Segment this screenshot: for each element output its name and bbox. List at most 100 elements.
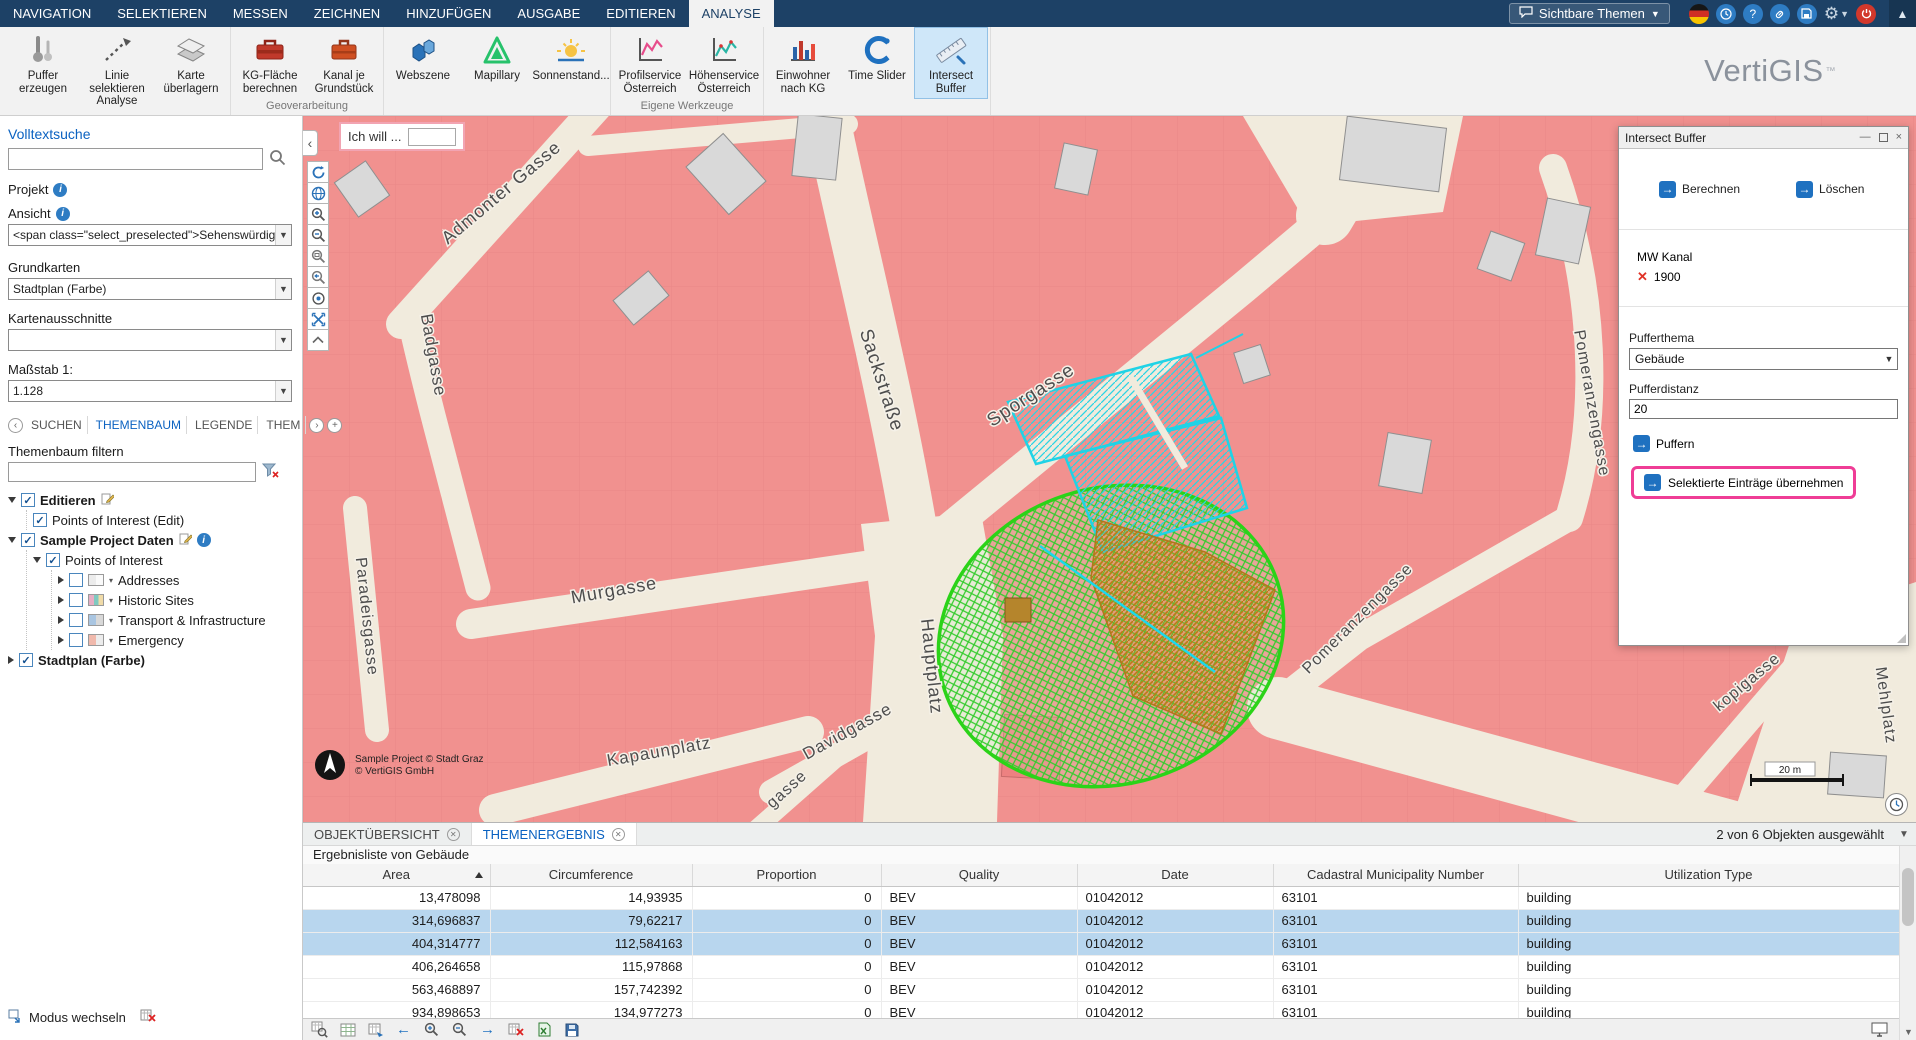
col-quality[interactable]: Quality [881,864,1077,886]
history-clock-icon[interactable] [1716,4,1736,24]
checkbox-checked[interactable]: ✓ [19,653,33,667]
full-extent-icon[interactable] [307,308,329,330]
tab-add-icon[interactable]: + [327,418,342,433]
tab-objektuebersicht[interactable]: OBJEKTÜBERSICHT ✕ [303,823,472,845]
tool-time-slider[interactable]: Time Slider [840,27,914,99]
previous-extent-icon[interactable] [307,266,329,288]
remove-source-icon[interactable]: ✕ [1637,269,1648,285]
i-want-to-input[interactable] [408,128,456,146]
tab-them-truncated[interactable]: THEM [261,416,306,434]
chevron-down-icon[interactable]: ▾ [109,636,113,645]
tree-item-editieren[interactable]: ✓ Editieren [8,490,294,510]
tree-item-poi-edit[interactable]: ✓ Points of Interest (Edit) [33,510,294,530]
expand-icon[interactable] [58,616,64,624]
locate-icon[interactable] [307,287,329,309]
collapse-panel-icon[interactable]: ▼ [1898,829,1916,840]
calculate-button[interactable]: → Berechnen [1659,181,1740,198]
search-input[interactable] [8,148,263,170]
tool-profilservice[interactable]: Profilservice Österreich [613,27,687,99]
tree-item-sample-project[interactable]: ✓ Sample Project Daten i [8,530,294,550]
zoom-out-table-icon[interactable] [450,1020,469,1039]
tree-item-points-of-interest[interactable]: ✓ Points of Interest [33,550,294,570]
filter-clear-icon[interactable] [262,463,280,482]
tool-kg-flaeche-berechnen[interactable]: KG-Fläche berechnen [233,27,307,99]
view-info-icon[interactable]: i [56,207,70,221]
minimize-icon[interactable]: — [1860,132,1871,143]
tool-linie-selektieren[interactable]: Linie selektieren Analyse [80,27,154,109]
tool-karte-ueberlagern[interactable]: Karte überlagern [154,27,228,109]
tool-intersect-buffer[interactable]: Intersect Buffer [914,27,988,99]
expand-icon[interactable] [58,636,64,644]
checkbox-unchecked[interactable] [69,613,83,627]
settings-gear-icon[interactable]: ⚙▼ [1824,4,1849,24]
power-icon[interactable] [1856,4,1876,24]
collapse-icon[interactable] [8,497,16,503]
maximize-icon[interactable] [1879,133,1888,142]
table-row[interactable]: 13,47809814,939350BEV0104201263101buildi… [303,886,1899,909]
tree-item-stadtplan[interactable]: ✓ Stadtplan (Farbe) [8,650,294,670]
clear-selection-icon[interactable] [506,1020,525,1039]
visible-themes-button[interactable]: Sichtbare Themen ▼ [1509,3,1670,24]
zoom-window-icon[interactable] [307,245,329,267]
menu-ausgabe[interactable]: AUSGABE [504,0,593,27]
save-table-icon[interactable] [562,1020,581,1039]
menu-analyse[interactable]: ANALYSE [689,0,774,27]
zoom-in-icon[interactable] [307,203,329,225]
buffer-theme-select[interactable]: Gebäude ▼ [1629,348,1898,370]
close-tab-icon[interactable]: ✕ [447,828,460,841]
scale-select[interactable]: 1.128 ▼ [8,380,292,402]
menu-selektieren[interactable]: SELEKTIEREN [104,0,220,27]
close-table-icon[interactable] [140,1009,156,1026]
table-row-selected[interactable]: 404,314777112,5841630BEV0104201263101bui… [303,932,1899,955]
checkbox-checked[interactable]: ✓ [33,513,47,527]
apply-selected-button[interactable]: → Selektierte Einträge übernehmen [1631,466,1856,499]
tool-hoehenservice[interactable]: Höhenservice Österreich [687,27,761,99]
buffer-distance-input[interactable] [1629,399,1898,419]
i-want-to-widget[interactable]: Ich will ... [339,122,465,151]
show-table-icon[interactable] [338,1020,357,1039]
expand-icon[interactable] [58,576,64,584]
resize-handle[interactable] [1897,634,1906,643]
scrollbar-thumb[interactable] [1902,868,1914,926]
collapse-sidebar-icon[interactable]: ‹ [303,130,318,156]
export-excel-icon[interactable] [534,1020,553,1039]
checkbox-checked[interactable]: ✓ [46,553,60,567]
project-info-icon[interactable]: i [53,183,67,197]
display-monitor-icon[interactable] [1870,1020,1889,1039]
menu-zeichnen[interactable]: ZEICHNEN [301,0,393,27]
table-row-selected[interactable]: 314,69683779,622170BEV0104201263101build… [303,909,1899,932]
tool-sonnenstand[interactable]: Sonnenstand... [534,27,608,99]
tab-themenergebnis[interactable]: THEMENERGEBNIS ✕ [472,823,637,845]
tree-item-emergency[interactable]: ▾ Emergency [58,630,294,650]
vertical-scrollbar[interactable]: ▼ [1899,846,1916,1040]
tool-puffer-erzeugen[interactable]: Puffer erzeugen [6,27,80,109]
close-icon[interactable]: × [1896,132,1902,143]
previous-page-icon[interactable]: ← [394,1020,413,1039]
next-page-icon[interactable]: → [478,1020,497,1039]
tool-mapillary[interactable]: Mapillary [460,27,534,99]
search-icon[interactable] [269,149,286,169]
view-select[interactable]: <span class="select_preselected">Sehensw… [8,224,292,246]
link-icon[interactable] [1770,4,1790,24]
menu-editieren[interactable]: EDITIEREN [593,0,688,27]
table-row[interactable]: 563,468897157,7423920BEV0104201263101bui… [303,978,1899,1001]
extent-select[interactable]: ▼ [8,329,292,351]
tool-kanal-je-grundstueck[interactable]: Kanal je Grundstück [307,27,381,99]
theme-filter-input[interactable] [8,462,256,482]
buffer-button[interactable]: → Puffern [1629,435,1898,452]
collapse-toolbar-icon[interactable] [307,329,329,351]
help-icon[interactable]: ? [1743,4,1763,24]
mode-switch-label[interactable]: Modus wechseln [29,1010,126,1025]
language-flag-icon[interactable] [1689,4,1709,24]
col-utilization-type[interactable]: Utilization Type [1518,864,1899,886]
layer-info-icon[interactable]: i [197,533,211,547]
table-row[interactable]: 406,264658115,978680BEV0104201263101buil… [303,955,1899,978]
tree-item-historic-sites[interactable]: ▾ Historic Sites [58,590,294,610]
panel-titlebar[interactable]: Intersect Buffer — × [1619,127,1908,149]
expand-icon[interactable] [58,596,64,604]
checkbox-checked[interactable]: ✓ [21,493,35,507]
reset-north-icon[interactable] [307,161,329,183]
expand-icon[interactable] [8,656,14,664]
checkbox-unchecked[interactable] [69,633,83,647]
menu-navigation[interactable]: NAVIGATION [0,0,104,27]
